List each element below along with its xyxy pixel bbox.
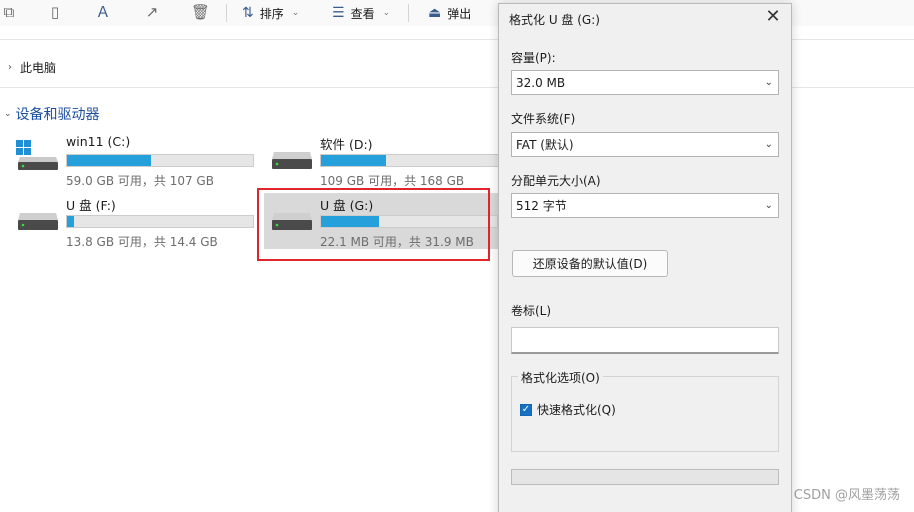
drive-usage-bar — [320, 154, 508, 167]
sort-label: 排序 — [259, 6, 284, 21]
drive-space-info: 59.0 GB 可用，共 107 GB — [66, 174, 214, 188]
section-devices-drives[interactable]: ⌄ 设备和驱动器 — [4, 104, 100, 124]
section-title: 设备和驱动器 — [15, 107, 100, 123]
view-icon: ☰ — [332, 5, 345, 21]
copy-icon[interactable]: ⧉ — [0, 3, 18, 21]
eject-label: 弹出 — [447, 6, 472, 21]
view-label: 查看 — [350, 6, 375, 21]
capacity-label: 容量(P): — [511, 51, 556, 65]
drive-usage-bar — [66, 215, 254, 228]
filesystem-label: 文件系统(F) — [511, 112, 576, 126]
format-progress-bar — [511, 469, 779, 485]
drive-icon — [18, 213, 58, 230]
format-dialog: 格式化 U 盘 (G:) ✕ 容量(P): 32.0 MB ⌄ 文件系统(F) … — [498, 3, 792, 512]
drive-tile-c[interactable]: win11 (C:) 59.0 GB 可用，共 107 GB — [16, 132, 256, 188]
sort-button[interactable]: ⇅ 排序 ⌄ — [242, 3, 299, 23]
dialog-title: 格式化 U 盘 (G:) — [509, 13, 600, 27]
allocation-select[interactable]: 512 字节 ⌄ — [511, 193, 779, 218]
quick-format-option[interactable]: ✓ 快速格式化(Q) — [520, 401, 616, 418]
selection-highlight-box — [257, 188, 490, 261]
share-icon[interactable]: ↗ — [143, 3, 161, 21]
format-options-group: 格式化选项(O) ✓ 快速格式化(Q) — [511, 369, 779, 452]
windows-drive-icon — [16, 140, 58, 170]
drive-usage-bar — [66, 154, 254, 167]
eject-icon: ⏏ — [428, 5, 442, 21]
drive-tile-d[interactable]: 软件 (D:) 109 GB 可用，共 168 GB — [270, 132, 510, 188]
breadcrumb[interactable]: › 此电脑 — [0, 54, 56, 80]
chevron-down-icon: ⌄ — [291, 8, 300, 18]
watermark-text: CSDN @风墨荡荡 — [793, 488, 900, 503]
drive-icon — [272, 152, 312, 169]
chevron-down-icon: ⌄ — [764, 139, 773, 150]
capacity-select[interactable]: 32.0 MB ⌄ — [511, 70, 779, 95]
volume-label-input[interactable] — [511, 327, 779, 354]
view-button[interactable]: ☰ 查看 ⌄ — [332, 3, 390, 23]
chevron-right-icon[interactable]: › — [0, 62, 20, 73]
breadcrumb-this-pc[interactable]: 此电脑 — [20, 59, 56, 76]
filesystem-value: FAT (默认) — [516, 138, 574, 152]
drive-name: win11 (C:) — [66, 134, 131, 149]
sort-icon: ⇅ — [242, 5, 254, 21]
toolbar-divider — [226, 4, 227, 22]
drive-name: U 盘 (F:) — [66, 198, 116, 213]
eject-button[interactable]: ⏏ 弹出 — [428, 3, 471, 23]
allocation-label: 分配单元大小(A) — [511, 174, 601, 188]
drive-name: 软件 (D:) — [320, 137, 373, 152]
format-options-legend: 格式化选项(O) — [518, 369, 603, 386]
toolbar-divider — [408, 4, 409, 22]
restore-defaults-button[interactable]: 还原设备的默认值(D) — [512, 250, 668, 277]
drive-space-info: 109 GB 可用，共 168 GB — [320, 174, 465, 188]
rename-icon[interactable]: Ａ — [94, 3, 112, 21]
allocation-value: 512 字节 — [516, 199, 567, 213]
paste-icon[interactable]: ▯ — [46, 3, 64, 21]
filesystem-select[interactable]: FAT (默认) ⌄ — [511, 132, 779, 157]
drive-usage-fill — [67, 155, 151, 166]
drive-usage-fill — [321, 155, 387, 166]
chevron-down-icon: ⌄ — [382, 8, 391, 18]
volume-label: 卷标(L) — [511, 304, 552, 318]
capacity-value: 32.0 MB — [516, 75, 566, 90]
quick-format-label: 快速格式化(Q) — [537, 403, 616, 417]
drive-space-info: 13.8 GB 可用，共 14.4 GB — [66, 235, 218, 249]
delete-icon[interactable]: 🗑 — [191, 3, 210, 21]
chevron-down-icon: ⌄ — [764, 200, 773, 211]
drive-tile-f[interactable]: U 盘 (F:) 13.8 GB 可用，共 14.4 GB — [16, 193, 256, 249]
chevron-down-icon: ⌄ — [4, 109, 12, 119]
checkbox-checked-icon[interactable]: ✓ — [520, 403, 532, 416]
chevron-down-icon: ⌄ — [764, 77, 773, 88]
drive-usage-fill — [67, 216, 75, 227]
close-icon[interactable]: ✕ — [763, 6, 783, 27]
